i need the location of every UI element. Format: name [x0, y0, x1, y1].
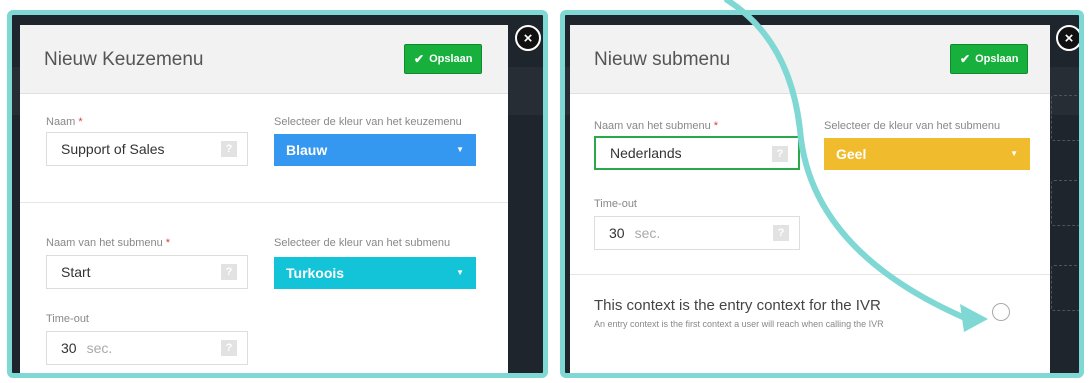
timeout-field[interactable]: 30 sec. ? — [46, 331, 248, 365]
entry-context-section: This context is the entry context for th… — [570, 275, 1050, 373]
submenu-color-select[interactable]: Turkoois ▼ — [274, 257, 476, 289]
entry-context-description: An entry context is the first context a … — [594, 319, 884, 329]
close-icon[interactable]: × — [515, 25, 541, 51]
submenu-name-label: Naam van het submenu * — [594, 120, 719, 132]
new-menu-modal: Nieuw Keuzemenu ✔ Opslaan Naam * Support … — [20, 25, 508, 373]
help-icon[interactable]: ? — [221, 340, 237, 356]
submenu-color-select[interactable]: Geel ▼ — [824, 138, 1030, 170]
menu-color-label: Selecteer de kleur van het keuzemenu — [274, 116, 462, 128]
check-icon: ✔ — [414, 52, 425, 66]
submenu-name-value: Start — [61, 264, 91, 280]
submenu-name-field[interactable]: Start ? — [46, 255, 248, 289]
timeout-unit: sec. — [86, 340, 113, 356]
save-button-label: Opslaan — [975, 53, 1019, 65]
entry-context-title: This context is the entry context for th… — [594, 297, 881, 314]
caret-down-icon: ▼ — [456, 145, 464, 154]
submenu-color-label: Selecteer de kleur van het submenu — [824, 120, 1001, 132]
new-submenu-modal: Nieuw submenu ✔ Opslaan Naam van het sub… — [570, 25, 1050, 373]
submenu-color-value: Geel — [836, 146, 867, 162]
caret-down-icon: ▼ — [1010, 149, 1018, 158]
submenu-name-label: Naam van het submenu * — [46, 237, 171, 249]
modal-title: Nieuw submenu — [594, 49, 731, 70]
modal-title: Nieuw Keuzemenu — [44, 49, 204, 70]
check-icon: ✔ — [960, 52, 971, 66]
submenu-name-value: Nederlands — [610, 145, 682, 161]
name-value: Support of Sales — [61, 141, 165, 157]
help-icon[interactable]: ? — [221, 141, 237, 157]
save-button-label: Opslaan — [429, 53, 473, 65]
submenu-color-label: Selecteer de kleur van het submenu — [274, 237, 451, 249]
background-placeholder — [1051, 95, 1079, 141]
timeout-field[interactable]: 30 sec. ? — [594, 216, 800, 250]
left-screenshot-panel: × Nieuw Keuzemenu ✔ Opslaan Naam * Suppor… — [7, 10, 548, 378]
menu-section: Naam * Support of Sales ? Selecteer de kl… — [20, 94, 508, 203]
submenu-color-value: Turkoois — [286, 265, 345, 281]
submenu-section: Naam van het submenu * Start ? Selecteer … — [20, 203, 508, 373]
save-button[interactable]: ✔ Opslaan — [404, 44, 483, 74]
submenu-name-field[interactable]: Nederlands ? — [594, 136, 800, 170]
timeout-value: 30 — [61, 340, 77, 356]
help-icon[interactable]: ? — [221, 264, 237, 280]
close-icon[interactable]: × — [1056, 25, 1079, 51]
radio-icon[interactable] — [992, 303, 1010, 321]
timeout-label: Time-out — [46, 313, 89, 325]
help-icon[interactable]: ? — [773, 225, 789, 241]
menu-color-value: Blauw — [286, 142, 328, 158]
menu-color-select[interactable]: Blauw ▼ — [274, 134, 476, 166]
name-label: Naam * — [46, 116, 83, 128]
modal-header: Nieuw Keuzemenu ✔ Opslaan — [20, 25, 508, 94]
save-button[interactable]: ✔ Opslaan — [950, 44, 1029, 74]
submenu-section: Naam van het submenu * Nederlands ? Selec… — [570, 94, 1050, 275]
modal-header: Nieuw submenu ✔ Opslaan — [570, 25, 1050, 94]
right-screenshot-panel: × Nieuw submenu ✔ Opslaan Naam van het s… — [560, 10, 1084, 378]
caret-down-icon: ▼ — [456, 268, 464, 277]
background-placeholder — [1051, 180, 1079, 226]
timeout-unit: sec. — [634, 225, 661, 241]
background-placeholder — [1051, 265, 1079, 311]
help-icon[interactable]: ? — [772, 146, 788, 162]
name-field[interactable]: Support of Sales ? — [46, 132, 248, 166]
timeout-value: 30 — [609, 225, 625, 241]
timeout-label: Time-out — [594, 198, 637, 210]
